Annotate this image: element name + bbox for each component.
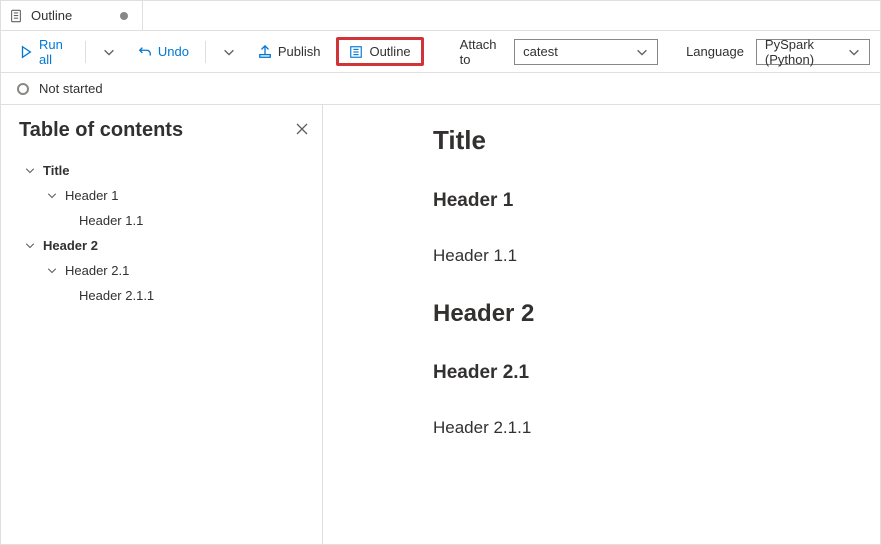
toc-tree: Title Header 1 Header 1.1 Header 2 Heade… bbox=[19, 152, 310, 308]
undo-icon bbox=[138, 45, 152, 59]
toc-item-label: Header 2.1 bbox=[65, 263, 129, 278]
undo-button[interactable]: Undo bbox=[130, 40, 197, 63]
doc-header211: Header 2.1.1 bbox=[433, 418, 870, 438]
chevron-down-icon bbox=[23, 240, 37, 252]
toc-item-header11[interactable]: Header 1.1 bbox=[19, 208, 310, 233]
toolbar: Run all Undo Publish Outline bbox=[1, 31, 880, 73]
publish-button[interactable]: Publish bbox=[250, 40, 329, 63]
doc-header2: Header 2 bbox=[433, 300, 870, 328]
attach-to-select[interactable]: catest bbox=[514, 39, 658, 65]
undo-dropdown[interactable] bbox=[214, 41, 244, 63]
tab-outline[interactable]: Outline bbox=[1, 1, 143, 30]
toc-close-button[interactable] bbox=[294, 121, 310, 140]
toc-item-label: Header 2 bbox=[43, 238, 98, 253]
toc-item-label: Title bbox=[43, 163, 70, 178]
doc-header1: Header 1 bbox=[433, 190, 870, 212]
body: Table of contents Title Header 1 Header … bbox=[1, 105, 880, 544]
toc-item-label: Header 1.1 bbox=[79, 213, 143, 228]
chevron-down-icon bbox=[635, 45, 649, 59]
outline-label: Outline bbox=[369, 44, 410, 59]
status-dot-icon bbox=[17, 83, 29, 95]
toc-item-header211[interactable]: Header 2.1.1 bbox=[19, 283, 310, 308]
tab-label: Outline bbox=[31, 8, 72, 23]
toc-sidebar: Table of contents Title Header 1 Header … bbox=[1, 105, 323, 544]
outline-button[interactable]: Outline bbox=[336, 37, 423, 66]
doc-header21: Header 2.1 bbox=[433, 362, 870, 384]
status-text: Not started bbox=[39, 81, 103, 96]
app-window: Outline Run all Undo bbox=[0, 0, 881, 545]
chevron-down-icon bbox=[45, 190, 59, 202]
language-select[interactable]: PySpark (Python) bbox=[756, 39, 870, 65]
outline-icon bbox=[349, 45, 363, 59]
toc-item-header21[interactable]: Header 2.1 bbox=[19, 258, 310, 283]
toc-item-label: Header 1 bbox=[65, 188, 118, 203]
doc-title: Title bbox=[433, 125, 870, 156]
language-label: Language bbox=[680, 44, 750, 59]
toc-item-label: Header 2.1.1 bbox=[79, 288, 154, 303]
separator bbox=[85, 41, 86, 63]
publish-label: Publish bbox=[278, 44, 321, 59]
tab-bar: Outline bbox=[1, 1, 880, 31]
doc-header11: Header 1.1 bbox=[433, 246, 870, 266]
toc-header: Table of contents bbox=[19, 119, 310, 142]
separator bbox=[205, 41, 206, 63]
language-value: PySpark (Python) bbox=[765, 37, 847, 67]
toc-item-header2[interactable]: Header 2 bbox=[19, 233, 310, 258]
notebook-icon bbox=[9, 9, 23, 23]
attach-to-value: catest bbox=[523, 44, 558, 59]
toc-title: Table of contents bbox=[19, 119, 183, 142]
run-all-dropdown[interactable] bbox=[94, 41, 124, 63]
undo-label: Undo bbox=[158, 44, 189, 59]
run-all-label: Run all bbox=[39, 37, 69, 67]
toc-item-header1[interactable]: Header 1 bbox=[19, 183, 310, 208]
chevron-down-icon bbox=[23, 165, 37, 177]
attach-to-label: Attach to bbox=[454, 37, 509, 67]
unsaved-indicator-icon bbox=[120, 12, 128, 20]
chevron-down-icon bbox=[45, 265, 59, 277]
play-icon bbox=[19, 45, 33, 59]
status-bar: Not started bbox=[1, 73, 880, 105]
run-all-button[interactable]: Run all bbox=[11, 33, 77, 71]
chevron-down-icon bbox=[847, 45, 861, 59]
toc-item-title[interactable]: Title bbox=[19, 158, 310, 183]
document-view: Title Header 1 Header 1.1 Header 2 Heade… bbox=[323, 105, 880, 544]
publish-icon bbox=[258, 45, 272, 59]
